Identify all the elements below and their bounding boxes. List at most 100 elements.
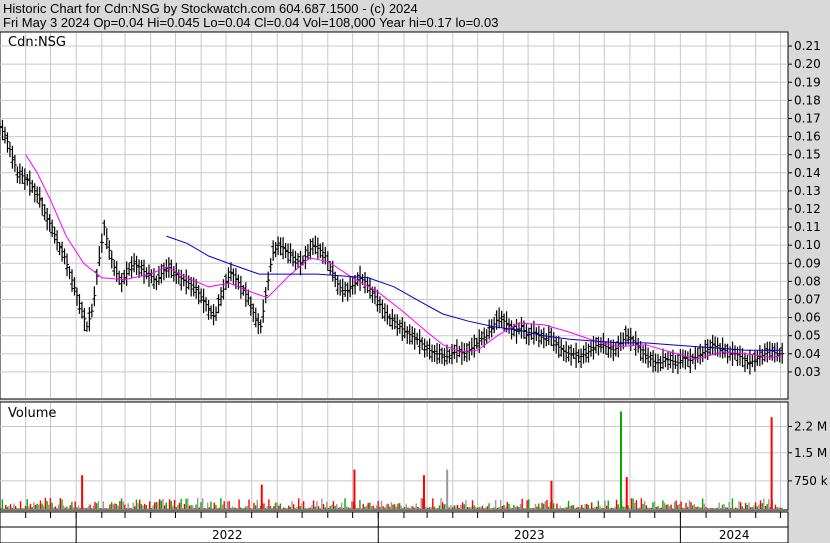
- volume-bar: [547, 506, 550, 509]
- volume-bar: [231, 506, 234, 509]
- volume-bar: [177, 504, 179, 509]
- volume-bar: [167, 508, 169, 509]
- price-tick-label: 0.21: [794, 39, 821, 53]
- volume-bar: [557, 508, 560, 509]
- volume-bar: [696, 506, 699, 509]
- volume-bar: [655, 506, 657, 509]
- volume-bar: [680, 501, 682, 509]
- volume-bar: [516, 506, 518, 509]
- volume-bar: [764, 505, 767, 509]
- volume-bar-notable: [81, 475, 84, 509]
- volume-bar: [125, 508, 128, 509]
- volume-bar: [571, 505, 573, 509]
- volume-bar: [67, 508, 70, 509]
- price-tick-label: 0.15: [794, 148, 821, 162]
- volume-bar: [180, 498, 182, 509]
- price-tick-label: 0.19: [794, 75, 821, 89]
- volume-bar: [486, 506, 489, 509]
- volume-bar: [269, 505, 272, 509]
- volume-bar: [716, 507, 719, 509]
- volume-bar: [201, 498, 204, 509]
- volume-bar: [753, 505, 755, 509]
- volume-bar: [602, 507, 604, 509]
- volume-bar: [468, 507, 470, 509]
- volume-bar: [761, 503, 763, 509]
- volume-bar: [476, 507, 479, 509]
- volume-bar: [721, 504, 724, 509]
- volume-bar: [728, 502, 730, 509]
- volume-bar: [317, 506, 320, 509]
- volume-bar: [28, 506, 30, 509]
- volume-bar: [99, 507, 101, 509]
- volume-bar: [541, 502, 543, 509]
- volume-bar: [216, 507, 219, 509]
- volume-bar: [554, 508, 556, 509]
- volume-bar-notable: [550, 480, 553, 509]
- price-tick-label: 0.20: [794, 57, 821, 71]
- volume-bar: [150, 508, 153, 509]
- volume-bar: [453, 505, 455, 509]
- volume-bar: [566, 507, 568, 509]
- volume-bar: [39, 500, 42, 509]
- volume-bar: [370, 505, 373, 509]
- volume-bar: [778, 507, 780, 509]
- volume-bar: [451, 507, 454, 509]
- volume-bar: [221, 504, 224, 509]
- volume-bar: [115, 504, 118, 509]
- volume-bar: [43, 505, 45, 509]
- volume-bar: [374, 508, 376, 509]
- volume-bar: [119, 501, 121, 509]
- year-label: 2022: [212, 528, 243, 542]
- volume-bar: [691, 505, 694, 509]
- volume-bar: [375, 505, 378, 509]
- price-tick-label: 0.05: [794, 329, 821, 343]
- price-panel-title: Cdn:NSG: [8, 35, 66, 50]
- volume-bar: [443, 504, 446, 509]
- volume-bar: [48, 504, 50, 509]
- volume-bar: [173, 499, 176, 509]
- volume-bar: [226, 501, 229, 509]
- volume-bar: [347, 507, 350, 509]
- volume-bar: [94, 501, 96, 509]
- volume-bar: [521, 498, 523, 509]
- volume-bar: [480, 507, 482, 509]
- volume-bar: [296, 507, 298, 509]
- volume-bar: [198, 507, 201, 509]
- volume-bar: [251, 508, 254, 509]
- volume-bar: [289, 506, 292, 509]
- volume-bar: [135, 499, 138, 509]
- volume-bar: [56, 507, 58, 509]
- volume-bar: [460, 504, 462, 509]
- volume-bar: [172, 505, 174, 509]
- price-tick-label: 0.13: [794, 184, 821, 198]
- volume-bar: [4, 504, 7, 509]
- volume-bar: [448, 507, 451, 509]
- volume-bar: [334, 505, 336, 509]
- volume-bar: [490, 508, 492, 509]
- price-panel: [0, 31, 789, 400]
- volume-bar: [667, 504, 669, 509]
- volume-tick-label: 750 k: [794, 474, 828, 488]
- volume-bar: [382, 506, 384, 509]
- volume-bar: [437, 508, 439, 509]
- volume-bar: [314, 506, 316, 509]
- volume-bar: [648, 507, 651, 509]
- volume-bar: [389, 506, 391, 509]
- price-tick-label: 0.17: [794, 111, 821, 125]
- volume-bar: [442, 502, 444, 509]
- volume-bar: [440, 498, 442, 509]
- volume-bar: [268, 499, 270, 509]
- volume-bar: [193, 508, 196, 509]
- volume-bar: [360, 508, 363, 509]
- volume-bar: [311, 505, 313, 509]
- volume-bar: [690, 502, 692, 509]
- volume-bar: [129, 507, 131, 509]
- volume-bar: [456, 505, 459, 509]
- volume-bar: [478, 506, 480, 509]
- volume-bar: [355, 507, 358, 509]
- volume-bar: [253, 502, 255, 509]
- volume-bar: [567, 500, 570, 509]
- volume-bar: [665, 504, 667, 509]
- volume-bar: [703, 503, 705, 509]
- volume-bar: [741, 506, 744, 509]
